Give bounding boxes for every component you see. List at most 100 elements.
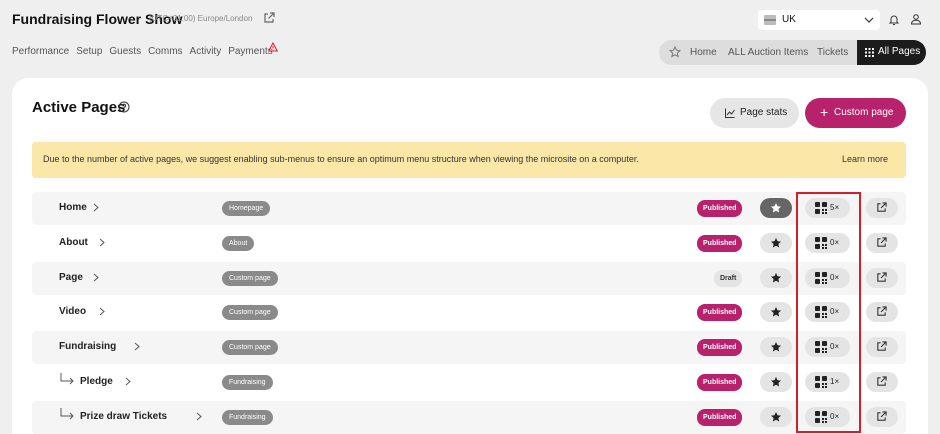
tab-all-pages[interactable]: All Pages	[857, 40, 926, 65]
open-page-button[interactable]	[866, 406, 898, 427]
star-button[interactable]	[760, 372, 792, 392]
chevron-right-icon[interactable]	[98, 238, 106, 247]
star-icon	[771, 342, 781, 352]
chevron-right-icon[interactable]	[92, 273, 100, 282]
page-stats-button[interactable]: Page stats	[710, 98, 799, 128]
status-badge: Published	[697, 374, 743, 391]
page-name[interactable]: Fundraising	[59, 341, 116, 352]
status-badge: Published	[697, 339, 743, 357]
open-page-button[interactable]	[866, 302, 898, 323]
submenu-notice: Due to the number of active pages, we su…	[32, 142, 906, 178]
status-badge: Published	[697, 304, 743, 322]
nav-guests[interactable]: Guests	[109, 46, 141, 57]
page-tabs: Home ALL Auction Items Tickets All Pages	[659, 40, 926, 65]
star-button[interactable]	[760, 232, 792, 253]
page-name[interactable]: Home	[59, 202, 87, 213]
external-link-icon	[877, 271, 887, 282]
page-name[interactable]: Pledge	[80, 376, 113, 387]
page-type-tag: Custom page	[222, 305, 278, 321]
status-badge: Published	[697, 200, 743, 217]
external-link-icon	[877, 237, 887, 247]
table-row[interactable]: About About Published 0×	[32, 227, 906, 260]
notice-text: Due to the number of active pages, we su…	[43, 154, 639, 164]
chevron-right-icon[interactable]	[92, 203, 100, 212]
tab-home[interactable]: Home	[690, 47, 717, 58]
star-button[interactable]	[760, 406, 792, 427]
star-icon	[771, 307, 781, 317]
open-page-button[interactable]	[866, 267, 898, 288]
page-stats-label: Page stats	[740, 107, 788, 118]
plus-icon: +	[820, 104, 829, 120]
star-icon	[771, 377, 781, 387]
open-page-button[interactable]	[866, 372, 898, 392]
timezone-label: (UTC+01:00) Europe/London	[149, 14, 253, 23]
nav-setup[interactable]: Setup	[76, 46, 102, 57]
open-page-button[interactable]	[866, 198, 898, 218]
table-row[interactable]: Video Custom page Published 0×	[32, 296, 906, 329]
external-link-icon	[877, 306, 887, 317]
chevron-down-icon	[864, 17, 874, 23]
top-bar: Fundraising Flower Show (UTC+01:00) Euro…	[0, 0, 940, 75]
star-icon	[771, 237, 781, 248]
grid-icon	[865, 48, 874, 57]
pages-card: Active Pages Page stats + Custom page Du…	[12, 78, 928, 434]
bell-icon[interactable]	[888, 14, 900, 26]
table-row[interactable]: Page Custom page Draft 0×	[32, 261, 906, 295]
page-name[interactable]: Page	[59, 272, 83, 283]
external-link-icon	[877, 376, 887, 386]
tab-auction-items[interactable]: ALL Auction Items	[728, 47, 808, 58]
flag-icon	[764, 15, 776, 25]
sub-page-arrow-icon	[60, 407, 74, 420]
tab-tickets[interactable]: Tickets	[817, 47, 848, 58]
user-icon[interactable]	[910, 13, 922, 25]
page-name[interactable]: About	[59, 237, 88, 248]
table-row[interactable]: Prize draw Tickets Fundraising Published 0×	[32, 400, 906, 434]
custom-page-label: Custom page	[834, 107, 894, 118]
page-type-tag: About	[222, 235, 255, 251]
external-link-icon	[877, 202, 887, 212]
tab-all-pages-label: All Pages	[878, 46, 921, 57]
star-button[interactable]	[760, 198, 792, 218]
learn-more-link[interactable]: Learn more	[842, 154, 888, 164]
star-button[interactable]	[760, 337, 792, 358]
open-page-button[interactable]	[866, 337, 898, 358]
chevron-right-icon[interactable]	[133, 342, 141, 351]
page-type-tag: Homepage	[222, 201, 271, 216]
star-icon	[771, 272, 781, 283]
status-badge: Draft	[714, 269, 743, 287]
nav-payments[interactable]: Payments	[228, 46, 272, 57]
page-title: Active Pages	[32, 99, 126, 116]
star-icon	[771, 411, 781, 422]
open-page-button[interactable]	[866, 232, 898, 253]
chevron-right-icon[interactable]	[98, 307, 106, 316]
help-icon[interactable]	[118, 101, 130, 113]
sub-page-arrow-icon	[60, 373, 74, 385]
country-select[interactable]: UK	[758, 10, 880, 30]
external-link-icon	[877, 341, 887, 351]
chevron-right-icon[interactable]	[124, 377, 132, 386]
warning-icon	[268, 42, 278, 52]
nav-comms[interactable]: Comms	[148, 46, 182, 57]
page-type-tag: Fundraising	[222, 375, 273, 390]
main-nav: Performance Setup Guests Comms Activity …	[12, 46, 280, 57]
star-outline-icon[interactable]	[669, 46, 681, 58]
table-row[interactable]: Pledge Fundraising Published 1×	[32, 366, 906, 399]
page-name[interactable]: Video	[59, 306, 86, 317]
star-icon	[771, 203, 781, 213]
table-row[interactable]: Fundraising Custom page Published 0×	[32, 331, 906, 365]
status-badge: Published	[697, 234, 743, 252]
external-link-icon[interactable]	[263, 12, 275, 24]
nav-performance[interactable]: Performance	[12, 46, 69, 57]
status-badge: Published	[697, 408, 743, 426]
country-label: UK	[782, 14, 796, 25]
table-row[interactable]: Home Homepage Published 5×	[32, 192, 906, 225]
custom-page-button[interactable]: + Custom page	[805, 98, 906, 128]
page-name[interactable]: Prize draw Tickets	[80, 411, 167, 422]
page-type-tag: Custom page	[222, 270, 278, 286]
nav-activity[interactable]: Activity	[190, 46, 222, 57]
star-button[interactable]	[760, 267, 792, 288]
star-button[interactable]	[760, 302, 792, 323]
page-type-tag: Custom page	[222, 340, 278, 356]
chevron-right-icon[interactable]	[195, 412, 203, 421]
qr-column-highlight	[796, 192, 861, 433]
